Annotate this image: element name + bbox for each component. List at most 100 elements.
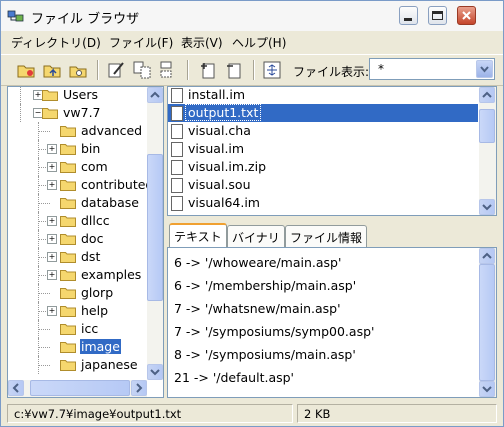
folder-icon [60, 197, 76, 209]
tree-item[interactable]: + help [8, 302, 147, 320]
tab-label: ファイル情報 [290, 231, 363, 245]
tree-item[interactable]: image [8, 338, 147, 356]
tree-item-label: doc [81, 231, 104, 246]
tree-vertical-scrollbar[interactable] [147, 87, 163, 380]
tab-label: テキスト [174, 230, 222, 244]
file-name: visual.im.zip [188, 159, 267, 174]
folder-icon [60, 323, 76, 335]
title-bar[interactable]: ファイル ブラウザ [1, 1, 503, 32]
file-name: visual64.im [188, 195, 260, 210]
tab-text[interactable]: テキスト [169, 223, 227, 248]
file-item[interactable]: visual.cha [168, 122, 478, 140]
text-scroll-down[interactable] [479, 381, 495, 397]
close-icon [462, 11, 471, 20]
tree-item[interactable]: + dst [8, 248, 147, 266]
tree-hscroll-thumb[interactable] [30, 380, 130, 396]
tree-item-label: bin [81, 141, 101, 156]
text-line: 7 -> '/whatsnew/main.asp' [174, 301, 341, 316]
directory-tree[interactable]: + Users − vw7.7 advanced + bin + com + contributed… [7, 86, 164, 398]
home-folder-button[interactable] [15, 59, 37, 81]
menu-directory[interactable]: ディレクトリ(D) [11, 34, 101, 51]
file-scroll-up[interactable] [479, 87, 495, 103]
expand-icon[interactable]: + [47, 162, 57, 172]
filter-label: ファイル表示: [293, 65, 370, 79]
expand-icon[interactable]: + [47, 180, 57, 190]
file-list-scrollbar[interactable] [479, 87, 496, 215]
folder-icon [60, 359, 76, 371]
tree-item[interactable]: + doc [8, 230, 147, 248]
file-filter-combo[interactable]: * [369, 58, 495, 80]
file-item[interactable]: visual.im [168, 140, 478, 158]
tree-scroll-up[interactable] [147, 87, 163, 103]
tree-scroll-down[interactable] [147, 364, 163, 380]
tree-item[interactable]: + contributed [8, 176, 153, 194]
expand-icon[interactable]: + [47, 234, 57, 244]
app-icon [7, 8, 25, 24]
new-file-icon [201, 63, 215, 79]
text-scroll-thumb[interactable] [479, 264, 495, 381]
folder-up-button[interactable] [41, 59, 63, 81]
tree-item[interactable]: icc [8, 320, 147, 338]
text-line: 21 -> '/default.asp' [174, 370, 294, 385]
file-name: output1.txt [184, 104, 262, 121]
tree-item-label: japanese [81, 357, 138, 372]
tree-item-label: icc [81, 321, 99, 336]
tree-item[interactable]: japanese [8, 356, 147, 374]
refresh-button[interactable] [261, 59, 283, 81]
tree-item-label: vw7.7 [63, 105, 101, 120]
file-scroll-down[interactable] [479, 199, 495, 215]
tab-binary[interactable]: バイナリ [227, 225, 285, 247]
menu-file[interactable]: ファイル(F) [109, 34, 173, 51]
text-viewer[interactable]: 6 -> '/whoweare/main.asp' 6 -> '/membersh… [167, 247, 497, 398]
tab-file-info[interactable]: ファイル情報 [285, 225, 368, 247]
file-item[interactable]: visual.im.zip [168, 158, 478, 176]
file-item[interactable]: visual.sou [168, 176, 478, 194]
tree-item-label: advanced [81, 123, 143, 138]
restore-icon [432, 11, 443, 20]
tree-item[interactable]: glorp [8, 284, 147, 302]
home-folder-icon [17, 65, 35, 78]
delete-file-button[interactable] [223, 59, 245, 81]
menu-view[interactable]: 表示(V) [181, 34, 223, 51]
close-button[interactable] [457, 6, 476, 25]
tree-item-label: database [81, 195, 139, 210]
tree-item[interactable]: + dllcc [8, 212, 147, 230]
file-item[interactable]: output1.txt [168, 104, 478, 122]
tree-item[interactable]: + bin [8, 140, 147, 158]
expand-icon[interactable]: + [47, 270, 57, 280]
minimize-button[interactable] [399, 6, 418, 25]
new-folder-button[interactable] [67, 59, 89, 81]
tree-item[interactable]: − vw7.7 [8, 104, 147, 122]
tree-horizontal-scrollbar[interactable] [8, 380, 147, 397]
new-file-button[interactable] [197, 59, 219, 81]
expand-icon[interactable]: + [47, 252, 57, 262]
window-title: ファイル ブラウザ [31, 12, 140, 27]
maximize-button[interactable] [428, 6, 447, 25]
file-item[interactable]: visual64.im [168, 194, 478, 212]
tree-item[interactable]: advanced [8, 122, 147, 140]
expand-icon[interactable]: + [47, 216, 57, 226]
move-button[interactable] [157, 59, 179, 81]
tree-scroll-left[interactable] [8, 380, 24, 396]
edit-button[interactable] [105, 59, 127, 81]
text-scroll-up[interactable] [479, 248, 495, 264]
expand-icon[interactable]: + [47, 144, 57, 154]
tree-item[interactable]: + examples [8, 266, 147, 284]
copy-button[interactable] [131, 59, 153, 81]
expand-icon[interactable]: + [47, 306, 57, 316]
tree-item[interactable]: + Users [8, 87, 147, 104]
filter-dropdown-button[interactable] [476, 60, 493, 78]
file-list[interactable]: install.im output1.txt visual.cha visual.im… [167, 86, 497, 216]
tree-item-label: help [81, 303, 109, 318]
text-viewer-scrollbar[interactable] [479, 248, 496, 397]
menu-help[interactable]: ヘルプ(H) [232, 34, 286, 51]
file-scroll-thumb[interactable] [479, 109, 495, 143]
tree-scroll-thumb[interactable] [147, 154, 163, 301]
menu-bar: ディレクトリ(D) ファイル(F) 表示(V) ヘルプ(H) [1, 31, 503, 53]
toolbar-separator [253, 60, 255, 80]
tree-scroll-right[interactable] [131, 380, 147, 396]
folder-icon [60, 179, 76, 191]
tree-item[interactable]: database [8, 194, 147, 212]
file-item[interactable]: install.im [168, 87, 478, 104]
tree-item[interactable]: + com [8, 158, 147, 176]
